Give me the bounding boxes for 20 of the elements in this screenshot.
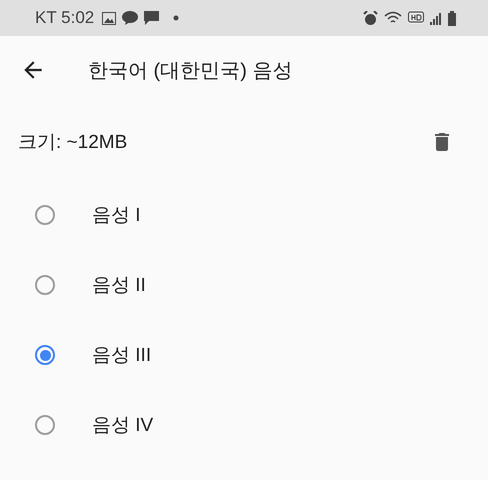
voice-option[interactable]: 음성 IV bbox=[92, 412, 154, 438]
radio-button[interactable] bbox=[35, 275, 55, 295]
voice-option[interactable]: 음성 I bbox=[92, 202, 141, 228]
wifi-icon bbox=[384, 11, 402, 25]
page-title: 한국어 (대한민국) 음성 bbox=[88, 58, 292, 84]
hd-icon bbox=[408, 11, 424, 25]
message-icon bbox=[144, 11, 160, 25]
radio-button[interactable] bbox=[35, 205, 55, 225]
chat-bubble-icon bbox=[122, 11, 138, 25]
dot-icon bbox=[173, 15, 180, 21]
battery-icon bbox=[448, 10, 456, 26]
signal-icon bbox=[430, 12, 442, 24]
radio-button[interactable] bbox=[35, 345, 55, 365]
image-icon bbox=[102, 12, 116, 24]
voice-option[interactable]: 음성 III bbox=[92, 342, 152, 368]
carrier-time: KT 5:02 bbox=[35, 8, 94, 28]
alarm-icon bbox=[363, 10, 378, 26]
voice-option[interactable]: 음성 II bbox=[92, 272, 146, 298]
radio-button[interactable] bbox=[35, 415, 55, 435]
size-label: 크기: ~12MB bbox=[18, 131, 128, 155]
